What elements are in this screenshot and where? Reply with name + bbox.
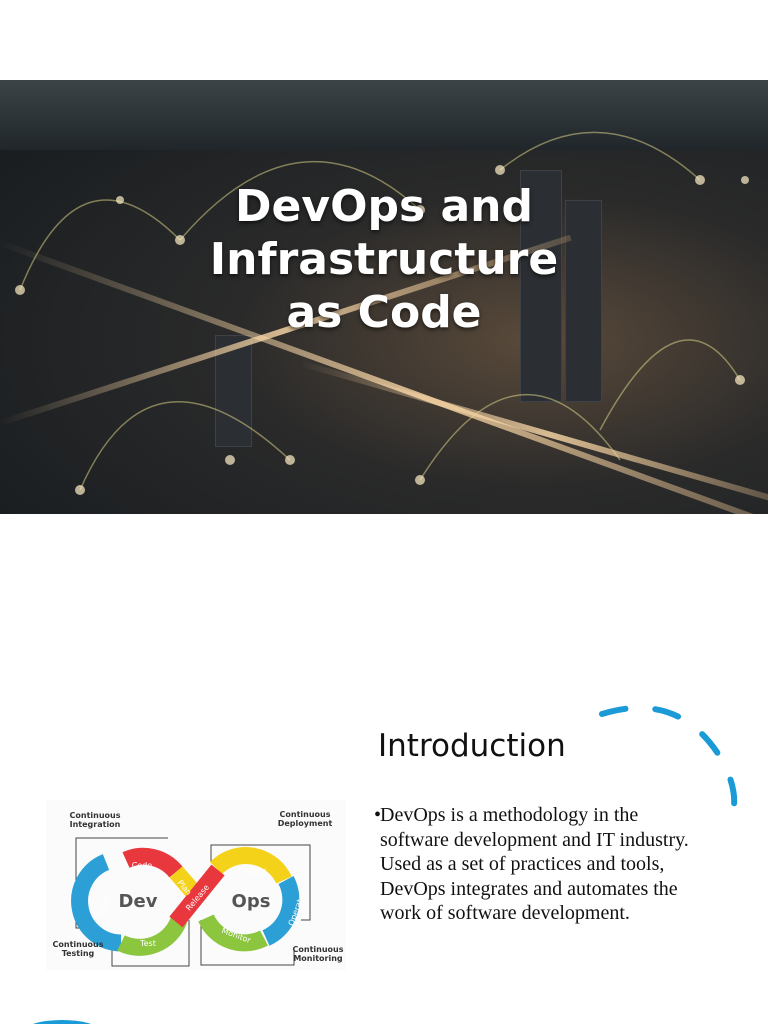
label-continuous-deployment: Continuous Deployment (277, 810, 333, 828)
bullet-item: DevOps is a methodology in the software … (380, 804, 689, 924)
stage-deploy: Deploy (238, 866, 266, 875)
ops-label: Ops (232, 891, 271, 912)
slide-heading: Introduction (378, 728, 566, 764)
dev-label: Dev (119, 891, 158, 912)
stage-test: Test (139, 939, 156, 948)
stage-code: Code (132, 861, 153, 870)
label-continuous-testing: Continuous Testing (52, 940, 104, 958)
label-continuous-monitoring: Continuous Monitoring (292, 945, 344, 963)
bullet-text: • DevOps is a methodology in the software… (374, 804, 689, 924)
label-continuous-integration: Continuous Integration (69, 811, 121, 829)
